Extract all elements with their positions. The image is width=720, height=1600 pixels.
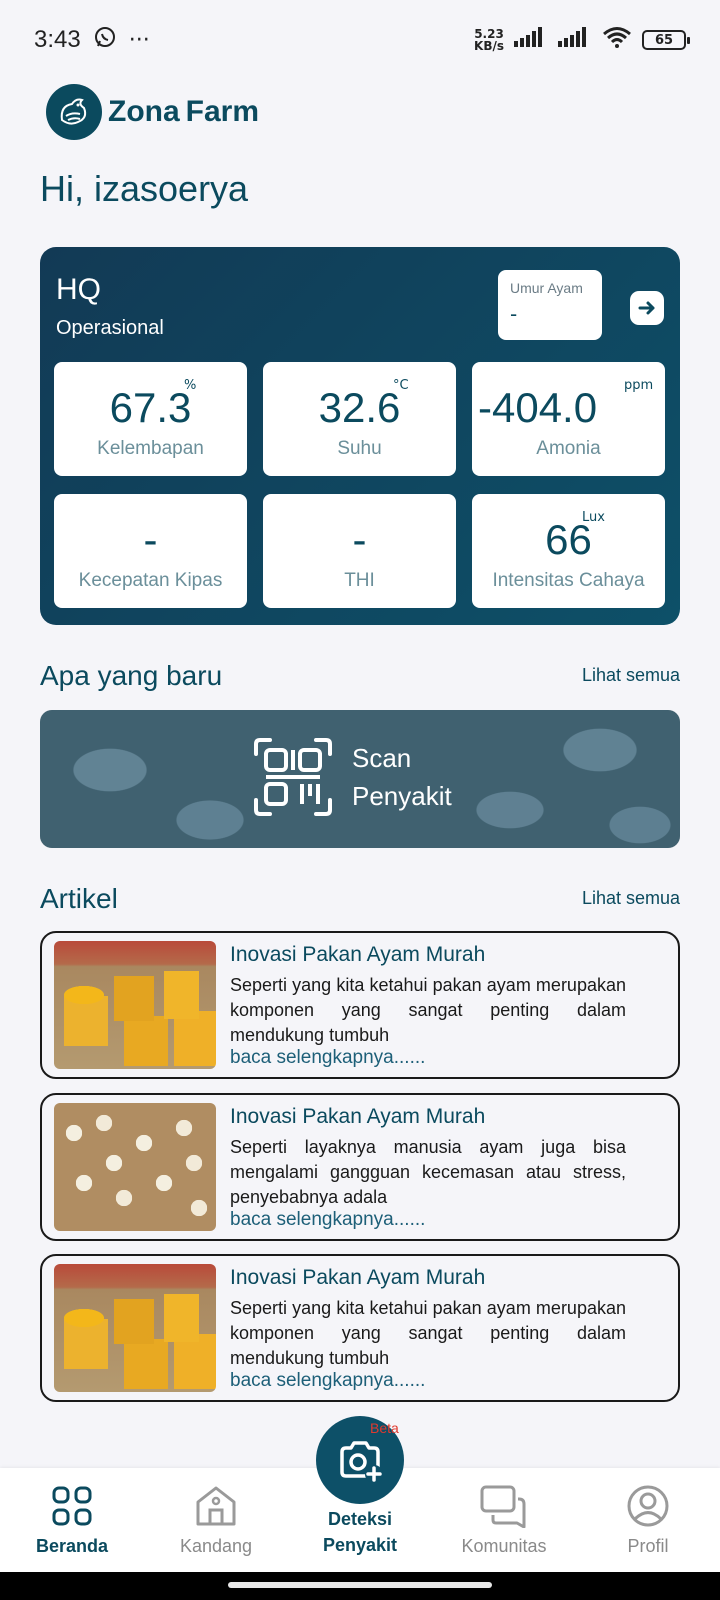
- nav-label: Beranda: [35, 1536, 109, 1556]
- article-read-more-link[interactable]: baca selengkapnya......: [230, 1370, 425, 1392]
- status-time: 3:43: [34, 26, 81, 53]
- chicken-age-value: -: [510, 302, 518, 326]
- farm-summary-card[interactable]: HQ Operasional Umur Ayam - 67.3 % Kelemb…: [40, 247, 680, 625]
- system-gesture-area: [0, 1572, 720, 1600]
- logo-text-zona: Zona: [108, 95, 180, 128]
- logo-text-farm: Farm: [185, 95, 260, 128]
- article-title: Inovasi Pakan Ayam Murah: [230, 1266, 486, 1289]
- farm-type: Operasional: [56, 317, 164, 339]
- whats-new-title: Apa yang baru: [40, 660, 223, 691]
- profile-icon: [627, 1485, 669, 1527]
- article-read-more-link[interactable]: baca selengkapnya......: [230, 1209, 425, 1231]
- network-speed: 5.23 KB/s: [474, 27, 504, 53]
- article-title: Inovasi Pakan Ayam Murah: [230, 1105, 486, 1128]
- nav-beranda[interactable]: Beranda: [2, 1484, 142, 1557]
- metric-temperature: 32.6 °C Suhu: [263, 362, 456, 476]
- nav-komunitas[interactable]: Komunitas: [434, 1484, 574, 1557]
- whatsapp-icon: [93, 25, 117, 55]
- article-card[interactable]: Inovasi Pakan Ayam Murah Seperti yang ki…: [40, 931, 680, 1079]
- metric-value: 66: [545, 516, 592, 563]
- grid-icon: [52, 1486, 92, 1526]
- article-card[interactable]: Inovasi Pakan Ayam Murah Seperti yang ki…: [40, 1254, 680, 1402]
- chicken-age-label: Umur Ayam: [510, 280, 583, 296]
- rooster-logo-icon: [46, 84, 102, 140]
- farm-detail-button[interactable]: [630, 291, 664, 325]
- qr-scan-icon: [254, 738, 332, 816]
- detect-disease-label[interactable]: Deteksi Penyakit: [300, 1506, 420, 1558]
- banner-text: Scan Penyakit: [352, 743, 452, 811]
- more-notifications-icon: ···: [128, 27, 150, 53]
- metric-light-intensity: 66 Lux Intensitas Cahaya: [472, 494, 665, 608]
- metric-value: 32.6: [318, 384, 401, 431]
- nav-kandang[interactable]: Kandang: [146, 1484, 286, 1557]
- metric-unit: %: [184, 378, 197, 393]
- metric-label: Intensitas Cahaya: [492, 570, 645, 591]
- article-title: Inovasi Pakan Ayam Murah: [230, 943, 486, 966]
- battery-indicator: 65: [642, 30, 690, 50]
- metric-label: THI: [344, 570, 375, 591]
- metric-label: Suhu: [337, 438, 382, 459]
- metric-value: 67.3: [109, 384, 192, 431]
- whats-new-see-all-link[interactable]: Lihat semua: [582, 665, 680, 686]
- nav-label: Kandang: [179, 1536, 253, 1556]
- article-thumbnail: [54, 1103, 216, 1231]
- metric-unit: Lux: [582, 510, 605, 525]
- article-thumbnail: [54, 941, 216, 1069]
- chat-icon: [480, 1485, 526, 1528]
- metric-humidity: 67.3 % Kelembapan: [54, 362, 247, 476]
- scan-disease-banner[interactable]: Scan Penyakit: [40, 710, 680, 848]
- metric-fan-speed: - Kecepatan Kipas: [54, 494, 247, 608]
- articles-title: Artikel: [40, 883, 118, 914]
- metric-unit: °C: [393, 378, 409, 393]
- metric-value: -: [143, 516, 158, 563]
- camera-plus-icon: [340, 1441, 383, 1483]
- wifi-icon: [602, 26, 632, 54]
- home-gesture-bar[interactable]: [228, 1582, 492, 1588]
- arrow-right-icon: [638, 301, 655, 315]
- metric-label: Amonia: [536, 438, 601, 459]
- chicken-age-box: Umur Ayam -: [498, 270, 602, 340]
- nav-label: Profil: [627, 1536, 669, 1556]
- metric-ammonia: -404.0 ppm Amonia: [472, 362, 665, 476]
- metric-value: -: [352, 516, 367, 563]
- nav-label: Komunitas: [461, 1536, 547, 1556]
- articles-see-all-link[interactable]: Lihat semua: [582, 888, 680, 909]
- farm-name: HQ: [56, 273, 101, 306]
- article-excerpt: Seperti yang kita ketahui pakan ayam mer…: [230, 1298, 626, 1368]
- article-thumbnail: [54, 1264, 216, 1392]
- barn-icon: [196, 1486, 236, 1526]
- metric-thi: - THI: [263, 494, 456, 608]
- signal-icon: [514, 27, 548, 53]
- metric-label: Kelembapan: [97, 438, 204, 459]
- app-logo: Zona Farm: [46, 84, 259, 140]
- beta-badge: Beta: [370, 1420, 399, 1436]
- article-excerpt: Seperti layaknya manusia ayam juga bisa …: [230, 1137, 626, 1207]
- status-bar: 3:43 ··· 5.23 KB/s 65: [0, 0, 720, 80]
- greeting: Hi, izasoerya: [40, 168, 249, 209]
- metric-label: Kecepatan Kipas: [78, 570, 223, 591]
- article-read-more-link[interactable]: baca selengkapnya......: [230, 1047, 425, 1069]
- metric-unit: ppm: [624, 378, 654, 393]
- article-card[interactable]: Inovasi Pakan Ayam Murah Seperti layakny…: [40, 1093, 680, 1241]
- article-excerpt: Seperti yang kita ketahui pakan ayam mer…: [230, 975, 626, 1045]
- signal-icon-2: [558, 27, 592, 53]
- nav-profil[interactable]: Profil: [578, 1484, 718, 1557]
